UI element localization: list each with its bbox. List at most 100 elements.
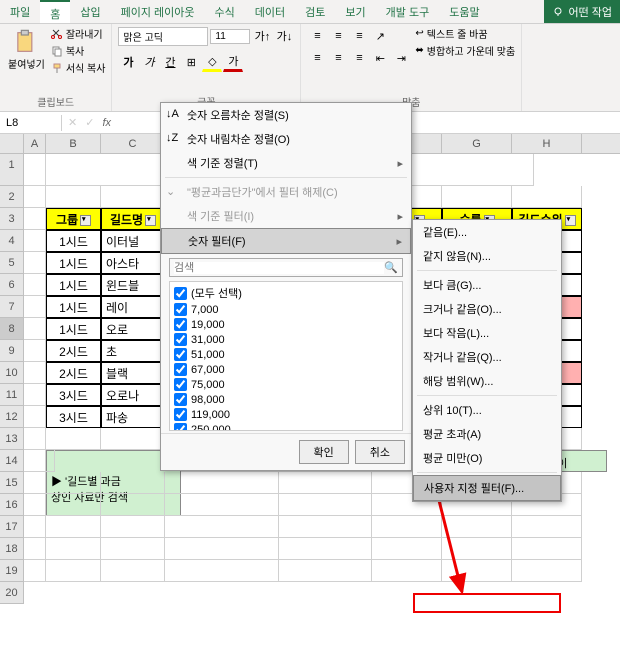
col-header-B[interactable]: B: [46, 134, 101, 153]
filter-less[interactable]: 보다 작음(L)...: [413, 321, 561, 345]
filter-check[interactable]: [174, 423, 187, 431]
cell[interactable]: [279, 560, 372, 582]
filter-value[interactable]: 31,000: [172, 332, 400, 347]
filter-value[interactable]: 51,000: [172, 347, 400, 362]
row-header-19[interactable]: 19: [0, 560, 24, 582]
cell[interactable]: [24, 428, 46, 450]
bold-button[interactable]: 가: [118, 52, 138, 72]
table-cell[interactable]: 레이: [101, 296, 165, 318]
table-cell[interactable]: 3시드: [46, 384, 101, 406]
cell[interactable]: [24, 450, 46, 472]
table-cell[interactable]: 1시드: [46, 230, 101, 252]
filter-not-equals[interactable]: 같지 않음(N)...: [413, 244, 561, 268]
row-header-13[interactable]: 13: [0, 428, 24, 450]
row-header-2[interactable]: 2: [0, 186, 24, 208]
select-all-corner[interactable]: [0, 134, 24, 153]
col-header-C[interactable]: C: [101, 134, 165, 153]
cell[interactable]: [165, 560, 279, 582]
cell[interactable]: [279, 494, 372, 516]
table-cell[interactable]: 오로나: [101, 384, 165, 406]
filter-values-list[interactable]: (모두 선택) 7,000 19,000 31,000 51,000 67,00…: [169, 281, 403, 431]
filter-check[interactable]: [174, 303, 187, 316]
fill-color-button[interactable]: ◇: [202, 52, 222, 72]
table-cell[interactable]: 2시드: [46, 340, 101, 362]
filter-check-all[interactable]: [174, 287, 187, 300]
cell[interactable]: [24, 208, 46, 230]
copy-button[interactable]: 복사: [51, 43, 106, 58]
filter-above-avg[interactable]: 평균 초과(A): [413, 422, 561, 446]
table-header[interactable]: 그룹: [46, 208, 101, 230]
cell[interactable]: [101, 186, 165, 208]
row-header-4[interactable]: 4: [0, 230, 24, 252]
cell[interactable]: [512, 516, 582, 538]
cell[interactable]: [442, 538, 512, 560]
cell[interactable]: [46, 516, 101, 538]
sort-ascending[interactable]: ↓A숫자 오름차순 정렬(S): [161, 103, 411, 127]
cell[interactable]: [24, 274, 46, 296]
filter-dropdown-icon[interactable]: [145, 215, 156, 226]
table-cell[interactable]: 파송: [101, 406, 165, 428]
cell[interactable]: [101, 516, 165, 538]
tab-formulas[interactable]: 수식: [205, 0, 245, 23]
cell[interactable]: [24, 560, 46, 582]
table-cell[interactable]: 이터널: [101, 230, 165, 252]
tab-file[interactable]: 파일: [0, 0, 40, 23]
filter-value[interactable]: 250,000: [172, 422, 400, 431]
tab-home[interactable]: 홈: [40, 0, 70, 23]
cell[interactable]: [46, 186, 101, 208]
filter-value[interactable]: 67,000: [172, 362, 400, 377]
table-cell[interactable]: 초: [101, 340, 165, 362]
filter-search[interactable]: 🔍: [169, 258, 403, 277]
cell[interactable]: [24, 494, 46, 516]
tab-view[interactable]: 보기: [335, 0, 375, 23]
filter-dropdown-icon[interactable]: [565, 215, 576, 226]
filter-check[interactable]: [174, 408, 187, 421]
filter-value[interactable]: 119,000: [172, 407, 400, 422]
cell[interactable]: [24, 252, 46, 274]
font-name-select[interactable]: 맑은 고딕: [118, 27, 208, 46]
increase-font-button[interactable]: 가↑: [252, 26, 272, 46]
col-header-G[interactable]: G: [442, 134, 512, 153]
cell[interactable]: [442, 186, 512, 208]
filter-equals[interactable]: 같음(E)...: [413, 220, 561, 244]
cell[interactable]: [101, 472, 165, 494]
filter-dropdown-icon[interactable]: [80, 215, 91, 226]
font-size-select[interactable]: 11: [210, 29, 250, 44]
cell[interactable]: [101, 494, 165, 516]
cell[interactable]: [165, 516, 279, 538]
filter-value[interactable]: 7,000: [172, 302, 400, 317]
table-cell[interactable]: 1시드: [46, 318, 101, 340]
table-cell[interactable]: 윈드블: [101, 274, 165, 296]
row-header-3[interactable]: 3: [0, 208, 24, 230]
indent-inc-button[interactable]: ⇥: [391, 48, 411, 68]
cell[interactable]: [46, 428, 101, 450]
paste-button[interactable]: 붙여넣기: [6, 26, 47, 73]
row-header-18[interactable]: 18: [0, 538, 24, 560]
filter-value[interactable]: 98,000: [172, 392, 400, 407]
row-header-17[interactable]: 17: [0, 516, 24, 538]
cell[interactable]: [24, 406, 46, 428]
filter-check[interactable]: [174, 318, 187, 331]
align-center-button[interactable]: ≡: [328, 48, 348, 68]
cell[interactable]: [165, 472, 279, 494]
fx-confirm[interactable]: ✓: [85, 116, 94, 129]
cell[interactable]: [165, 538, 279, 560]
formatpainter-button[interactable]: 서식 복사: [51, 60, 106, 75]
ok-button[interactable]: 확인: [299, 440, 349, 464]
filter-value[interactable]: 19,000: [172, 317, 400, 332]
filter-check[interactable]: [174, 393, 187, 406]
cell[interactable]: [24, 538, 46, 560]
cell[interactable]: [512, 538, 582, 560]
table-cell[interactable]: 2시드: [46, 362, 101, 384]
cell[interactable]: [46, 494, 101, 516]
tab-developer[interactable]: 개발 도구: [376, 0, 440, 23]
table-cell[interactable]: 3시드: [46, 406, 101, 428]
filter-custom[interactable]: 사용자 지정 필터(F)...: [413, 475, 561, 501]
cell[interactable]: [46, 450, 55, 472]
number-filters[interactable]: 숫자 필터(F)▸: [161, 228, 411, 254]
decrease-font-button[interactable]: 가↓: [274, 26, 294, 46]
row-header-15[interactable]: 15: [0, 472, 24, 494]
underline-button[interactable]: 간: [160, 52, 180, 72]
row-header-6[interactable]: 6: [0, 274, 24, 296]
wrap-text-button[interactable]: ↩텍스트 줄 바꿈: [415, 26, 515, 41]
